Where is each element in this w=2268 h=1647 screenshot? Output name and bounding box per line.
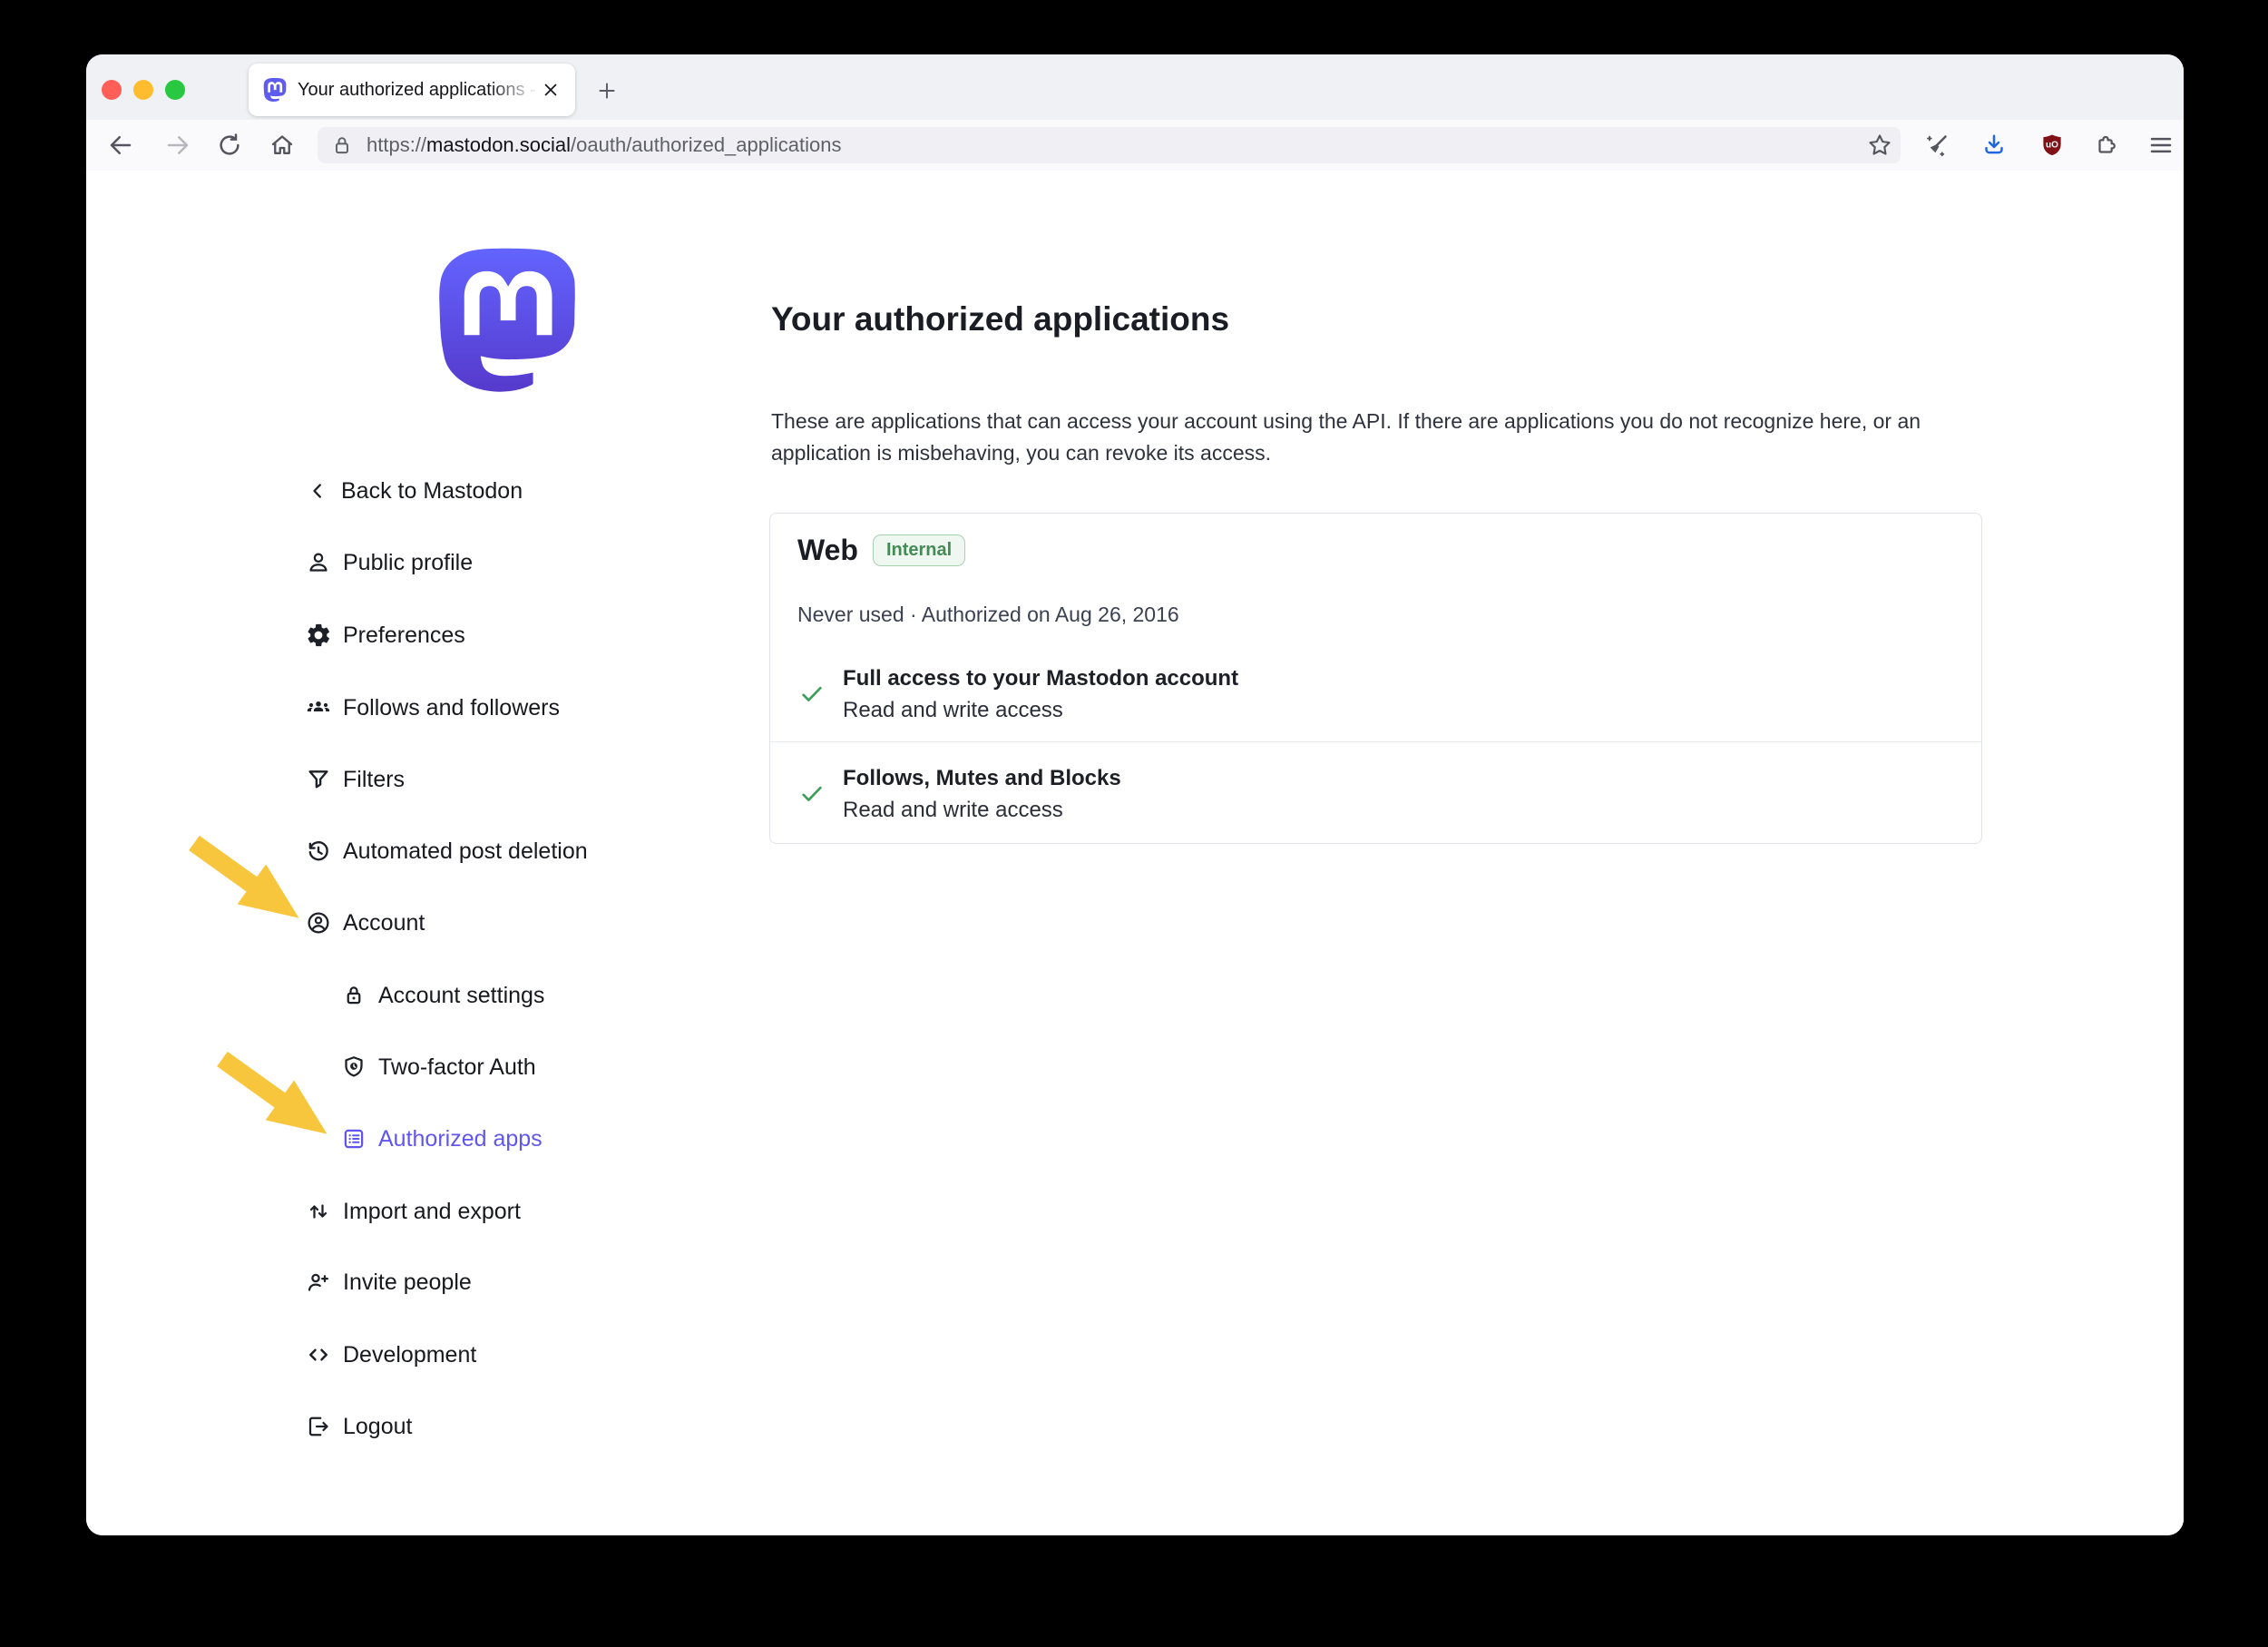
- svg-text:uO: uO: [2046, 140, 2058, 150]
- page-description: These are applications that can access y…: [771, 406, 1987, 469]
- app-name: Web: [797, 534, 858, 567]
- sidebar-item-label: Authorized apps: [378, 1126, 543, 1152]
- sidebar-item-label: Public profile: [343, 550, 473, 576]
- close-window-button[interactable]: [102, 80, 122, 100]
- ublock-shield-icon: uO: [2038, 132, 2066, 159]
- group-icon: [305, 694, 332, 721]
- sidebar-item-import-and-export[interactable]: Import and export: [305, 1193, 521, 1230]
- app-card-header: Web Internal: [797, 534, 965, 567]
- reload-icon: [216, 132, 243, 159]
- gear-icon: [305, 622, 332, 649]
- menu-button[interactable]: [2144, 128, 2178, 162]
- sidebar-item-label: Filters: [343, 767, 405, 793]
- check-icon: [797, 679, 826, 708]
- sidebar-item-account[interactable]: Account: [305, 905, 425, 941]
- download-icon: [1980, 132, 2008, 159]
- sidebar-item-automated-post-deletion[interactable]: Automated post deletion: [305, 833, 588, 869]
- traffic-lights: [102, 80, 185, 100]
- new-tab-button[interactable]: [592, 76, 621, 105]
- shield-clock-icon: [340, 1054, 367, 1081]
- sidebar-item-label: Back to Mastodon: [341, 478, 523, 505]
- sidebar-item-label: Account settings: [378, 983, 544, 1009]
- authorized-app-card: Web Internal Never used · Authorized on …: [769, 513, 1982, 844]
- back-button[interactable]: [103, 128, 138, 162]
- sidebar-item-label: Development: [343, 1342, 476, 1368]
- check-icon: [797, 779, 826, 808]
- url-scheme: https://: [367, 133, 426, 156]
- logout-icon: [305, 1413, 332, 1440]
- tab-close-icon[interactable]: [541, 80, 561, 100]
- mastodon-logo: [435, 247, 579, 399]
- permission-title: Full access to your Mastodon account: [843, 666, 1981, 691]
- page-title: Your authorized applications: [771, 300, 1229, 338]
- sidebar-item-authorized-apps[interactable]: Authorized apps: [340, 1121, 543, 1157]
- extensions-button[interactable]: [2089, 128, 2124, 162]
- account-circle-icon: [305, 909, 332, 936]
- clear-history-extension-button[interactable]: [1920, 128, 1954, 162]
- sidebar-item-label: Preferences: [343, 623, 465, 649]
- sidebar-item-label: Import and export: [343, 1199, 521, 1225]
- sidebar-item-label: Logout: [343, 1414, 412, 1440]
- sidebar-item-public-profile[interactable]: Public profile: [305, 544, 473, 581]
- permission-row: Follows, Mutes and Blocks Read and write…: [770, 766, 1981, 823]
- card-divider: [770, 741, 1981, 742]
- sidebar-item-label: Invite people: [343, 1270, 472, 1296]
- history-clock-icon: [305, 838, 332, 865]
- hamburger-menu-icon: [2147, 132, 2175, 159]
- permission-row: Full access to your Mastodon account Rea…: [770, 666, 1981, 723]
- navigation-toolbar: https://mastodon.social/oauth/authorized…: [86, 120, 2184, 172]
- sidebar-item-logout[interactable]: Logout: [305, 1408, 412, 1445]
- sidebar-item-label: Account: [343, 910, 425, 936]
- sidebar-item-two-factor-auth[interactable]: Two-factor Auth: [340, 1049, 536, 1085]
- downloads-button[interactable]: [1977, 128, 2011, 162]
- sidebar-item-development[interactable]: Development: [305, 1337, 476, 1373]
- list-alt-icon: [340, 1125, 367, 1152]
- page-content: Back to Mastodon Public profile Preferen…: [86, 171, 2184, 1535]
- sidebar-item-account-settings[interactable]: Account settings: [340, 977, 544, 1014]
- forward-arrow-icon: [164, 132, 191, 159]
- tab-title-fade: [488, 73, 539, 109]
- sidebar-item-invite-people[interactable]: Invite people: [305, 1264, 472, 1300]
- browser-tab[interactable]: Your authorized applications - M: [249, 64, 575, 116]
- zoom-window-button[interactable]: [165, 80, 185, 100]
- back-arrow-icon: [107, 132, 134, 159]
- sidebar-item-label: Automated post deletion: [343, 838, 588, 865]
- url-path: /oauth/authorized_applications: [571, 133, 841, 156]
- sidebar-item-preferences[interactable]: Preferences: [305, 617, 465, 653]
- ublock-origin-button[interactable]: uO: [2035, 128, 2069, 162]
- screenshot-stage: Your authorized applications - M: [0, 0, 2268, 1647]
- lock-icon: [330, 133, 354, 157]
- browser-window: Your authorized applications - M: [86, 54, 2184, 1535]
- permission-detail: Read and write access: [843, 798, 1981, 823]
- permission-detail: Read and write access: [843, 698, 1981, 723]
- reload-button[interactable]: [212, 128, 247, 162]
- sidebar-item-label: Follows and followers: [343, 695, 560, 721]
- url-host: mastodon.social: [426, 133, 571, 156]
- permission-title: Follows, Mutes and Blocks: [843, 766, 1981, 791]
- sidebar-item-label: Two-factor Auth: [378, 1054, 536, 1081]
- tab-favicon-mastodon-icon: [263, 78, 287, 102]
- home-icon: [269, 132, 296, 159]
- funnel-icon: [305, 766, 332, 793]
- puzzle-icon: [2093, 132, 2120, 159]
- lock-icon: [340, 982, 367, 1009]
- minimize-window-button[interactable]: [133, 80, 153, 100]
- code-icon: [305, 1341, 332, 1368]
- bookmark-star-icon[interactable]: [1866, 132, 1893, 159]
- import-export-icon: [305, 1198, 332, 1225]
- tab-bar: Your authorized applications - M: [86, 54, 2184, 120]
- broom-icon: [1923, 132, 1950, 159]
- chevron-left-icon: [305, 478, 330, 504]
- sidebar-item-back-to-mastodon[interactable]: Back to Mastodon: [305, 473, 523, 509]
- home-button[interactable]: [265, 128, 299, 162]
- sidebar-item-filters[interactable]: Filters: [305, 761, 405, 798]
- internal-badge: Internal: [873, 534, 965, 566]
- url-text: https://mastodon.social/oauth/authorized…: [367, 133, 841, 157]
- person-icon: [305, 549, 332, 576]
- url-bar[interactable]: https://mastodon.social/oauth/authorized…: [318, 127, 1901, 163]
- sidebar-item-follows-and-followers[interactable]: Follows and followers: [305, 690, 560, 726]
- app-meta: Never used · Authorized on Aug 26, 2016: [797, 603, 1179, 627]
- forward-button[interactable]: [161, 128, 195, 162]
- person-add-icon: [305, 1269, 332, 1296]
